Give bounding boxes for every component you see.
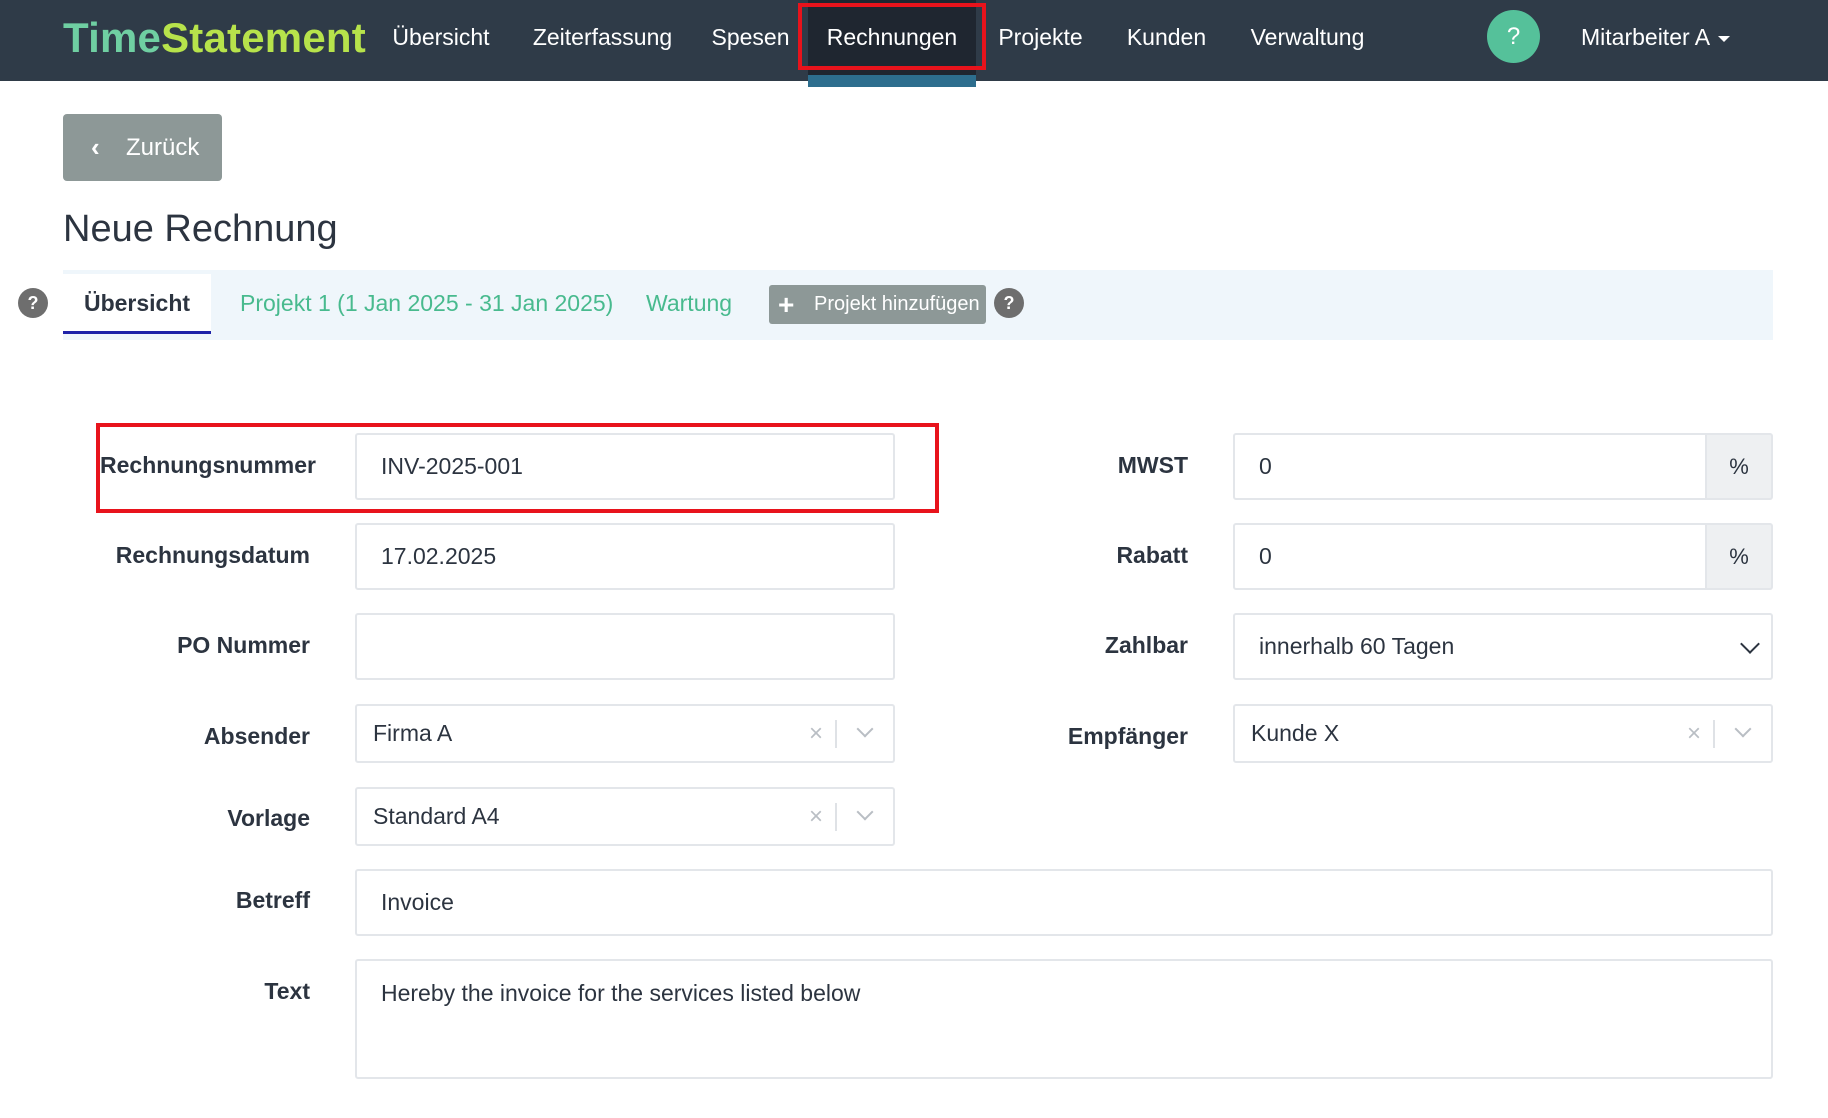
text-label: Text [264, 978, 310, 1004]
po-number-label: PO Nummer [177, 632, 310, 658]
discount-input[interactable]: 0 [1233, 523, 1707, 590]
user-name: Mitarbeiter A [1581, 24, 1711, 50]
brand-part-statement: Statement [161, 14, 366, 61]
sender-select[interactable]: Firma A × [355, 704, 895, 763]
template-select[interactable]: Standard A4 × [355, 787, 895, 846]
separator [1713, 720, 1715, 748]
clear-icon[interactable]: × [809, 789, 823, 844]
clear-icon[interactable]: × [809, 706, 823, 761]
user-menu[interactable]: Mitarbeiter A [1581, 0, 1731, 75]
vat-input[interactable]: 0 [1233, 433, 1707, 500]
chevron-left-icon: ‹ [91, 132, 100, 162]
add-project-label: Projekt hinzufügen [814, 293, 980, 315]
payable-select[interactable]: innerhalb 60 Tagen [1233, 613, 1773, 680]
chevron-down-icon[interactable] [856, 720, 874, 738]
nav-item-projekte[interactable]: Projekte [985, 0, 1096, 75]
back-button[interactable]: ‹ Zurück [63, 114, 222, 181]
nav-item-rechnungen[interactable]: Rechnungen [808, 0, 976, 75]
nav-active-indicator [808, 75, 976, 87]
brand-part-time: Time [63, 14, 162, 61]
tab-projekt-1[interactable]: Projekt 1 (1 Jan 2025 - 31 Jan 2025) [240, 274, 613, 334]
chevron-down-icon[interactable] [1734, 720, 1752, 738]
clear-icon[interactable]: × [1687, 706, 1701, 761]
recipient-select[interactable]: Kunde X × [1233, 704, 1773, 763]
nav-item-uebersicht[interactable]: Übersicht [380, 0, 502, 75]
discount-percent-addon: % [1707, 523, 1773, 590]
recipient-label: Empfänger [1067, 723, 1188, 749]
help-icon[interactable]: ? [18, 288, 48, 318]
vat-percent-addon: % [1707, 433, 1773, 500]
text-textarea[interactable]: Hereby the invoice for the services list… [355, 959, 1773, 1079]
invoice-date-label: Rechnungsdatum [115, 542, 310, 568]
sender-label: Absender [203, 723, 310, 749]
po-number-input[interactable] [355, 613, 895, 680]
template-label: Vorlage [227, 805, 310, 831]
top-navbar: TimeStatement Übersicht Zeiterfassung Sp… [0, 0, 1828, 81]
caret-down-icon [1718, 35, 1731, 42]
separator [835, 803, 837, 831]
invoice-number-input[interactable]: INV-2025-001 [355, 433, 895, 500]
invoice-number-label: Rechnungsnummer [100, 452, 316, 478]
template-value: Standard A4 [373, 803, 500, 829]
add-project-button[interactable]: + Projekt hinzufügen [769, 285, 986, 324]
nav-item-zeiterfassung[interactable]: Zeiterfassung [522, 0, 683, 75]
subject-label: Betreff [235, 887, 310, 913]
recipient-value: Kunde X [1251, 720, 1340, 746]
discount-label: Rabatt [1116, 542, 1188, 568]
page-title: Neue Rechnung [63, 208, 338, 250]
tab-wartung[interactable]: Wartung [646, 274, 732, 334]
brand-logo[interactable]: TimeStatement [63, 14, 366, 62]
chevron-down-icon [1740, 634, 1760, 654]
nav-item-spesen[interactable]: Spesen [702, 0, 799, 75]
chevron-down-icon[interactable] [856, 803, 874, 821]
payable-label: Zahlbar [1104, 632, 1188, 658]
plus-icon: + [778, 289, 795, 320]
vat-label: MWST [1117, 452, 1188, 478]
nav-item-verwaltung[interactable]: Verwaltung [1237, 0, 1378, 75]
payable-value: innerhalb 60 Tagen [1259, 633, 1455, 659]
help-button[interactable]: ? [1487, 10, 1540, 63]
invoice-date-input[interactable]: 17.02.2025 [355, 523, 895, 590]
help-icon[interactable]: ? [994, 288, 1024, 318]
subject-input[interactable]: Invoice [355, 869, 1773, 936]
separator [835, 720, 837, 748]
nav-item-kunden[interactable]: Kunden [1116, 0, 1217, 75]
tab-uebersicht[interactable]: Übersicht [63, 274, 211, 334]
sender-value: Firma A [373, 720, 453, 746]
back-button-label: Zurück [126, 134, 200, 161]
